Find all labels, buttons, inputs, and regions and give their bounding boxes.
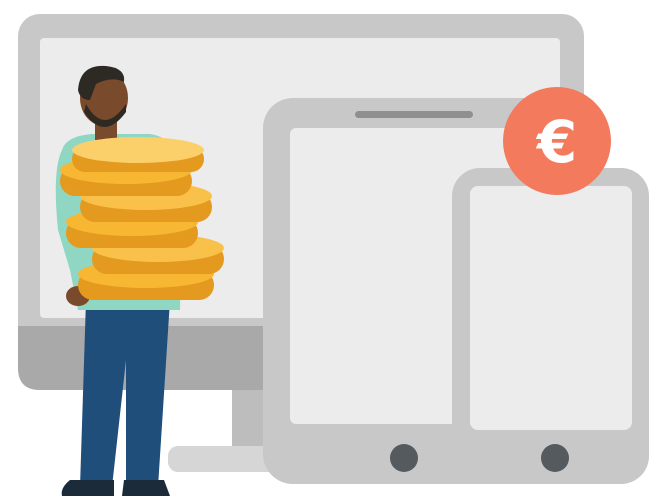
coin-stack bbox=[60, 137, 224, 300]
euro-badge: € bbox=[503, 87, 611, 195]
tablet-home-button bbox=[390, 444, 418, 472]
coin bbox=[72, 137, 204, 172]
illustration-scene: € bbox=[0, 0, 651, 497]
tablet-speaker bbox=[355, 111, 473, 118]
person-pants bbox=[80, 300, 170, 487]
person-right-shoe bbox=[122, 480, 170, 496]
illustration-canvas: € bbox=[18, 14, 649, 496]
euro-icon: € bbox=[535, 108, 577, 176]
phone-home-button bbox=[541, 444, 569, 472]
phone-screen bbox=[470, 186, 632, 430]
smartphone bbox=[452, 168, 649, 484]
person-left-shoe bbox=[61, 480, 114, 496]
